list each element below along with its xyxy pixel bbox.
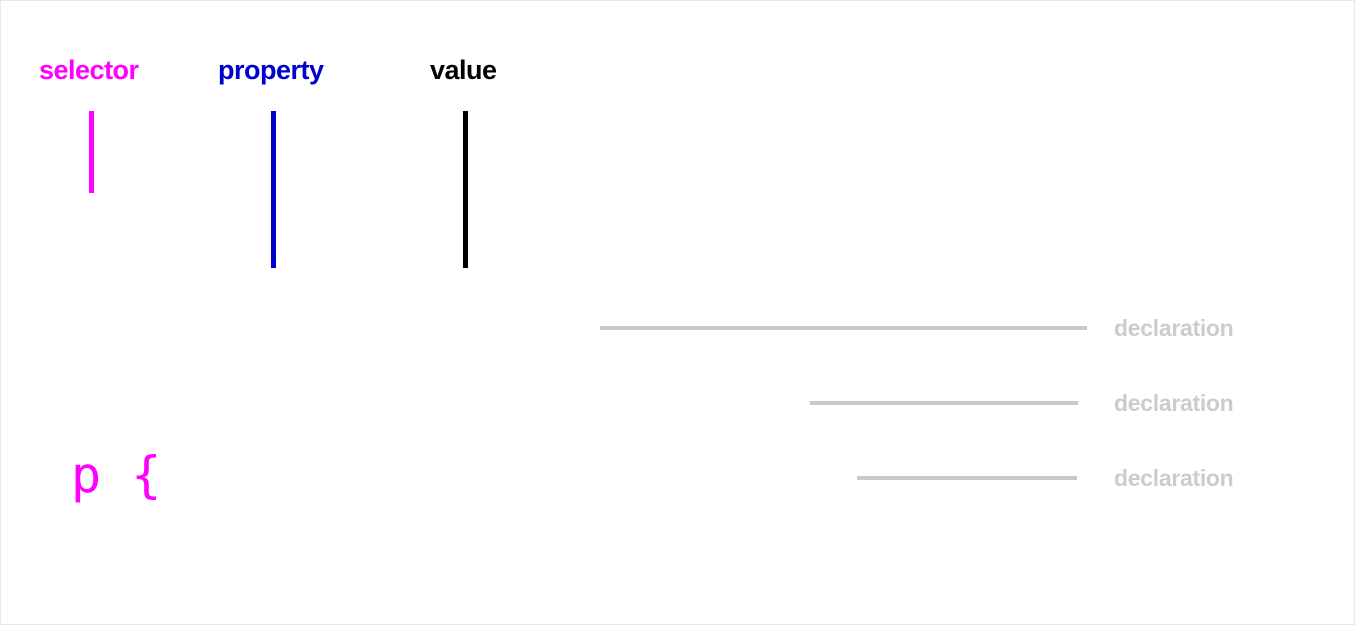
leader-line-declaration-3 xyxy=(857,476,1077,480)
annotation-label-selector: selector xyxy=(39,55,139,85)
pointer-line-selector xyxy=(89,111,94,193)
annotation-label-value: value xyxy=(430,55,497,85)
declaration-caption-2: declaration xyxy=(1114,390,1234,416)
declaration-caption-3: declaration xyxy=(1114,465,1234,491)
code-token-selector: p xyxy=(71,446,102,504)
code-token-open-brace: { xyxy=(101,446,162,504)
declaration-caption-1: declaration xyxy=(1114,315,1234,341)
annotation-label-property: property xyxy=(218,55,324,85)
leader-line-declaration-2 xyxy=(810,401,1078,405)
css-rule-anatomy-diagram: selector property value p { color: red; … xyxy=(0,0,1355,625)
css-code-block: p { color: red; font-size: 12px; font-we… xyxy=(71,213,673,624)
code-line-selector-open: p { xyxy=(71,438,673,513)
leader-line-declaration-1 xyxy=(600,326,1087,330)
